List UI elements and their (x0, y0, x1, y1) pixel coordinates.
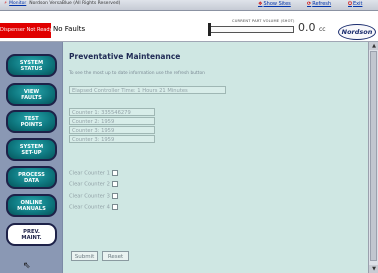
nav-process-data-button[interactable]: PROCESS DATA (6, 166, 57, 189)
counter-2-field: Counter 2: 1959 (69, 117, 155, 125)
refresh-hint: To see the most up to date information u… (69, 71, 205, 76)
elapsed-time-field: Elapsed Controller Time: 1 Hours 21 Minu… (69, 86, 226, 94)
window-toolbar: ⚡ Monitor Nordson VersaBlue (All Rights Re… (0, 0, 378, 11)
shot-volume-label: CURRENT PART VOLUME (SHOT) (232, 19, 295, 23)
vertical-scrollbar[interactable]: ▲ ▼ (368, 42, 378, 273)
exit-label: Exit (352, 1, 363, 7)
refresh-label: Refresh (312, 1, 332, 7)
alarm-status-badge: Dispenser Not Ready (0, 23, 51, 38)
refresh-link[interactable]: ⟳Refresh (307, 1, 331, 7)
counter-3-field: Counter 3: 1959 (69, 126, 155, 134)
clear-counter-3-checkbox[interactable] (111, 193, 118, 199)
scroll-up-arrow-icon[interactable]: ▲ (369, 42, 378, 50)
clear-counter-1-row: Clear Counter 1 (69, 170, 118, 177)
refresh-icon: ⟳ (307, 1, 312, 7)
clear-counter-1-label: Clear Counter 1 (69, 170, 110, 177)
nav-test-points-button[interactable]: TEST POINTS (6, 110, 57, 133)
shot-volume-gauge (208, 26, 294, 33)
mouse-cursor-icon: ⇖ (23, 261, 31, 271)
faults-status: No Faults (53, 25, 86, 33)
toolbar-left: ⚡ Monitor Nordson VersaBlue (All Rights Re… (4, 1, 120, 6)
nordson-logo: Nordson (338, 24, 376, 40)
shot-volume-marker (208, 23, 211, 36)
clear-counter-1-checkbox[interactable] (111, 170, 118, 176)
exit-icon: ⏻ (348, 1, 352, 7)
page-title: Preventative Maintenance (69, 52, 181, 61)
counter-4-field: Counter 3: 1959 (69, 135, 155, 143)
exit-link[interactable]: ⏻Exit (348, 1, 362, 7)
clear-counter-4-row: Clear Counter 4 (69, 204, 118, 211)
shot-volume-value: 0.0 (298, 21, 316, 34)
clear-counter-3-label: Clear Counter 3 (69, 193, 110, 200)
shot-volume-readout: 0.0 cc (298, 21, 326, 34)
sidebar-nav: SYSTEM STATUS VIEW FAULTS TEST POINTS SY… (0, 42, 62, 273)
nav-system-status-button[interactable]: SYSTEM STATUS (6, 54, 57, 77)
monitor-icon: ⚡ (4, 1, 8, 6)
nav-online-manuals-button[interactable]: ONLINE MANUALS (6, 194, 57, 217)
status-bar: Dispenser Not Ready No Faults CURRENT PA… (0, 11, 378, 42)
main-content: Preventative Maintenance To see the most… (62, 42, 369, 273)
clear-counter-2-row: Clear Counter 2 (69, 181, 118, 188)
counter-1-field: Counter 1: 335546279 (69, 108, 155, 116)
nav-prev-maint-button[interactable]: PREV. MAINT. (6, 223, 57, 246)
clear-counter-2-label: Clear Counter 2 (69, 181, 110, 188)
copyright-text: Nordson VersaBlue (All Rights Reserved) (29, 1, 121, 6)
clear-counter-4-checkbox[interactable] (111, 204, 118, 210)
clear-counter-3-row: Clear Counter 3 (69, 193, 118, 200)
monitor-link[interactable]: Monitor (9, 1, 26, 6)
nav-system-setup-button[interactable]: SYSTEM SET-UP (6, 138, 57, 161)
clear-counter-2-checkbox[interactable] (111, 181, 118, 187)
show-sites-link[interactable]: ❖Show Sites (258, 1, 291, 7)
show-sites-label: Show Sites (263, 1, 291, 7)
scroll-thumb[interactable] (370, 51, 377, 261)
nav-view-faults-button[interactable]: VIEW FAULTS (6, 83, 57, 106)
reset-button[interactable]: Reset (102, 251, 129, 261)
scroll-down-arrow-icon[interactable]: ▼ (369, 265, 378, 273)
clear-counter-4-label: Clear Counter 4 (69, 204, 110, 211)
sites-icon: ❖ (258, 1, 263, 7)
shot-volume-unit: cc (319, 26, 326, 33)
submit-button[interactable]: Submit (71, 251, 98, 261)
